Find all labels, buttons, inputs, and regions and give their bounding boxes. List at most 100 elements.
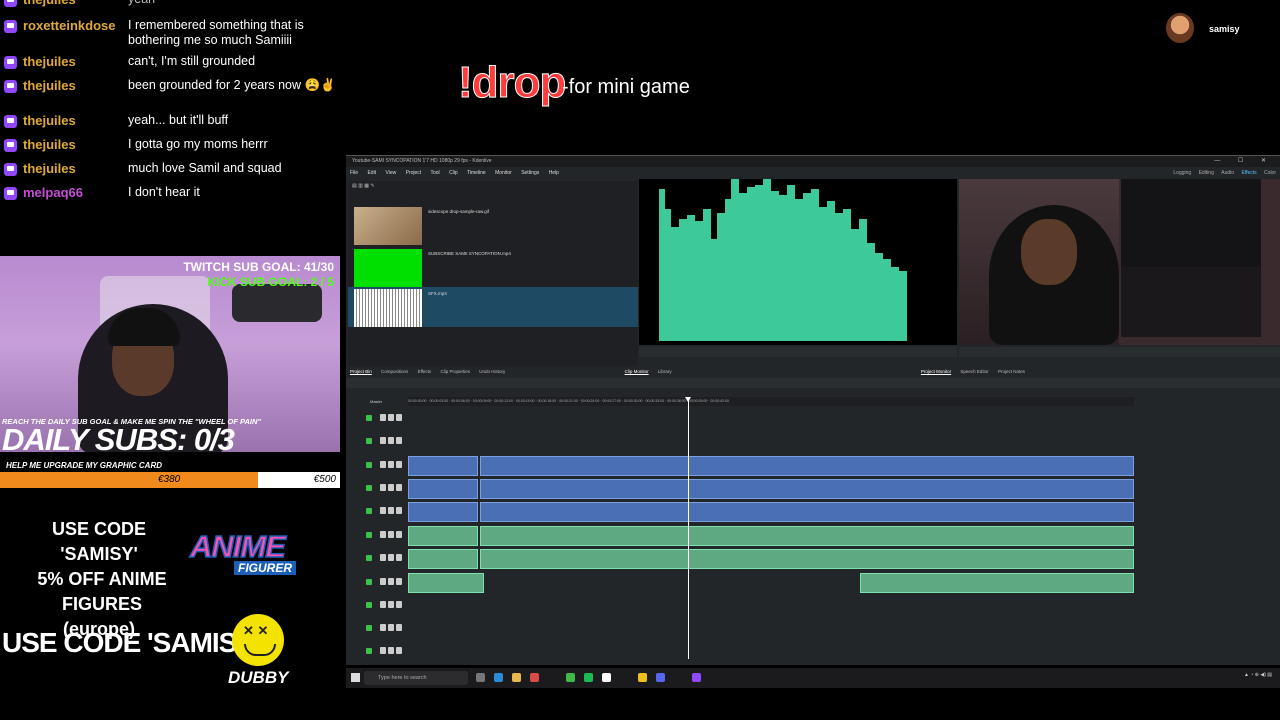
track-header[interactable] [350, 619, 408, 639]
timeline-clip[interactable] [408, 456, 478, 476]
track-lane[interactable] [408, 549, 1134, 569]
bin-item[interactable]: sidescope drop-sample-raw.gif [348, 205, 638, 245]
track-mute-icon[interactable] [388, 461, 394, 468]
folder-icon[interactable] [512, 673, 521, 682]
bin-item[interactable]: SFX.mp3 [348, 287, 638, 327]
track-active-icon[interactable] [366, 508, 372, 514]
timeline-clip[interactable] [408, 573, 484, 593]
menu-project[interactable]: Project [406, 170, 422, 176]
track-mute-icon[interactable] [388, 531, 394, 538]
timeline-clip[interactable] [408, 479, 478, 499]
track-lock-icon[interactable] [396, 507, 402, 514]
track-mute-icon[interactable] [388, 507, 394, 514]
track-lock-icon[interactable] [396, 601, 402, 608]
tab-project-monitor[interactable]: Project Monitor [921, 369, 951, 374]
track-lock-icon[interactable] [396, 461, 402, 468]
track-active-icon[interactable] [366, 438, 372, 444]
track-edit-icon[interactable] [380, 624, 386, 631]
track-mute-icon[interactable] [388, 601, 394, 608]
timeline-clip[interactable] [480, 479, 1134, 499]
track-active-icon[interactable] [366, 579, 372, 585]
edge-icon[interactable] [494, 673, 503, 682]
track-lane[interactable] [408, 456, 1134, 476]
tab-library[interactable]: Library [658, 369, 672, 374]
bin-item[interactable]: SUBSCRIBE SAMII SYNCOPATION.mp4 [348, 247, 638, 287]
track-mute-icon[interactable] [388, 578, 394, 585]
tab-clip-monitor[interactable]: Clip Monitor [625, 369, 649, 374]
timeline-playhead[interactable] [685, 397, 691, 659]
workspace-audio[interactable]: Audio [1221, 170, 1234, 176]
menu-monitor[interactable]: Monitor [495, 170, 512, 176]
track-lane[interactable] [408, 596, 1134, 616]
track-edit-icon[interactable] [380, 554, 386, 561]
track-lane[interactable] [408, 502, 1134, 522]
track-header[interactable] [350, 432, 408, 452]
track-active-icon[interactable] [366, 532, 372, 538]
track-lane[interactable] [408, 573, 1134, 593]
taskbar-search-input[interactable]: Type here to search [364, 671, 468, 685]
clip-monitor[interactable] [639, 179, 957, 345]
menu-clip[interactable]: Clip [449, 170, 458, 176]
track-edit-icon[interactable] [380, 601, 386, 608]
track-lock-icon[interactable] [396, 578, 402, 585]
tab-project-bin[interactable]: Project Bin [350, 369, 372, 374]
tab-project-notes[interactable]: Project Notes [998, 369, 1025, 374]
obs-icon[interactable] [692, 673, 701, 682]
track-lane[interactable] [408, 619, 1134, 639]
timeline-toolbar[interactable] [346, 378, 1280, 388]
menu-edit[interactable]: Edit [367, 170, 376, 176]
discord-icon[interactable] [656, 673, 665, 682]
tab-effects[interactable]: Effects [418, 369, 432, 374]
track-active-icon[interactable] [366, 462, 372, 468]
track-header[interactable] [350, 596, 408, 616]
track-header[interactable] [350, 549, 408, 569]
timeline-clip[interactable] [480, 526, 1134, 546]
track-edit-icon[interactable] [380, 414, 386, 421]
track-lock-icon[interactable] [396, 624, 402, 631]
workspace-logging[interactable]: Logging [1173, 170, 1191, 176]
app-icon[interactable] [638, 673, 647, 682]
track-header[interactable] [350, 502, 408, 522]
workspace-color[interactable]: Color [1264, 170, 1276, 176]
track-lock-icon[interactable] [396, 531, 402, 538]
track-mute-icon[interactable] [388, 414, 394, 421]
timeline-clip[interactable] [480, 502, 1134, 522]
track-header[interactable] [350, 526, 408, 546]
tab-compositions[interactable]: Compositions [381, 369, 408, 374]
track-mute-icon[interactable] [388, 647, 394, 654]
track-lane[interactable] [408, 642, 1134, 662]
menu-view[interactable]: View [385, 170, 396, 176]
track-mute-icon[interactable] [388, 484, 394, 491]
track-lock-icon[interactable] [396, 554, 402, 561]
track-lane[interactable] [408, 409, 1134, 429]
timeline-clip[interactable] [408, 526, 478, 546]
menu-timeline[interactable]: Timeline [467, 170, 486, 176]
menu-tool[interactable]: Tool [430, 170, 439, 176]
menu-settings[interactable]: Settings [521, 170, 539, 176]
track-mute-icon[interactable] [388, 554, 394, 561]
tab-undo-history[interactable]: Undo History [479, 369, 505, 374]
track-active-icon[interactable] [366, 602, 372, 608]
track-mute-icon[interactable] [388, 624, 394, 631]
track-mute-icon[interactable] [388, 437, 394, 444]
track-lock-icon[interactable] [396, 647, 402, 654]
track-edit-icon[interactable] [380, 437, 386, 444]
menu-help[interactable]: Help [549, 170, 559, 176]
menu-file[interactable]: File [350, 170, 358, 176]
timeline-clip[interactable] [408, 502, 478, 522]
timeline-clip[interactable] [408, 549, 478, 569]
task-view-icon[interactable] [476, 673, 485, 682]
tab-clip-properties[interactable]: Clip Properties [441, 369, 471, 374]
track-header[interactable] [350, 642, 408, 662]
system-tray[interactable]: ▲ ◔ ⊕ ◀) ▤ [1244, 672, 1272, 678]
window-controls[interactable]: — ☐ ✕ [1214, 156, 1274, 167]
track-header[interactable] [350, 409, 408, 429]
timeline-clip[interactable] [860, 573, 1134, 593]
track-header[interactable] [350, 479, 408, 499]
timeline-clip[interactable] [480, 456, 1134, 476]
workspace-effects[interactable]: Effects [1241, 170, 1256, 176]
app-icon[interactable] [530, 673, 539, 682]
track-active-icon[interactable] [366, 625, 372, 631]
timeline-ruler[interactable]: 00:00:00:00 · 00:00:03:00 · 00:00:06:00 … [408, 397, 1134, 406]
track-edit-icon[interactable] [380, 461, 386, 468]
